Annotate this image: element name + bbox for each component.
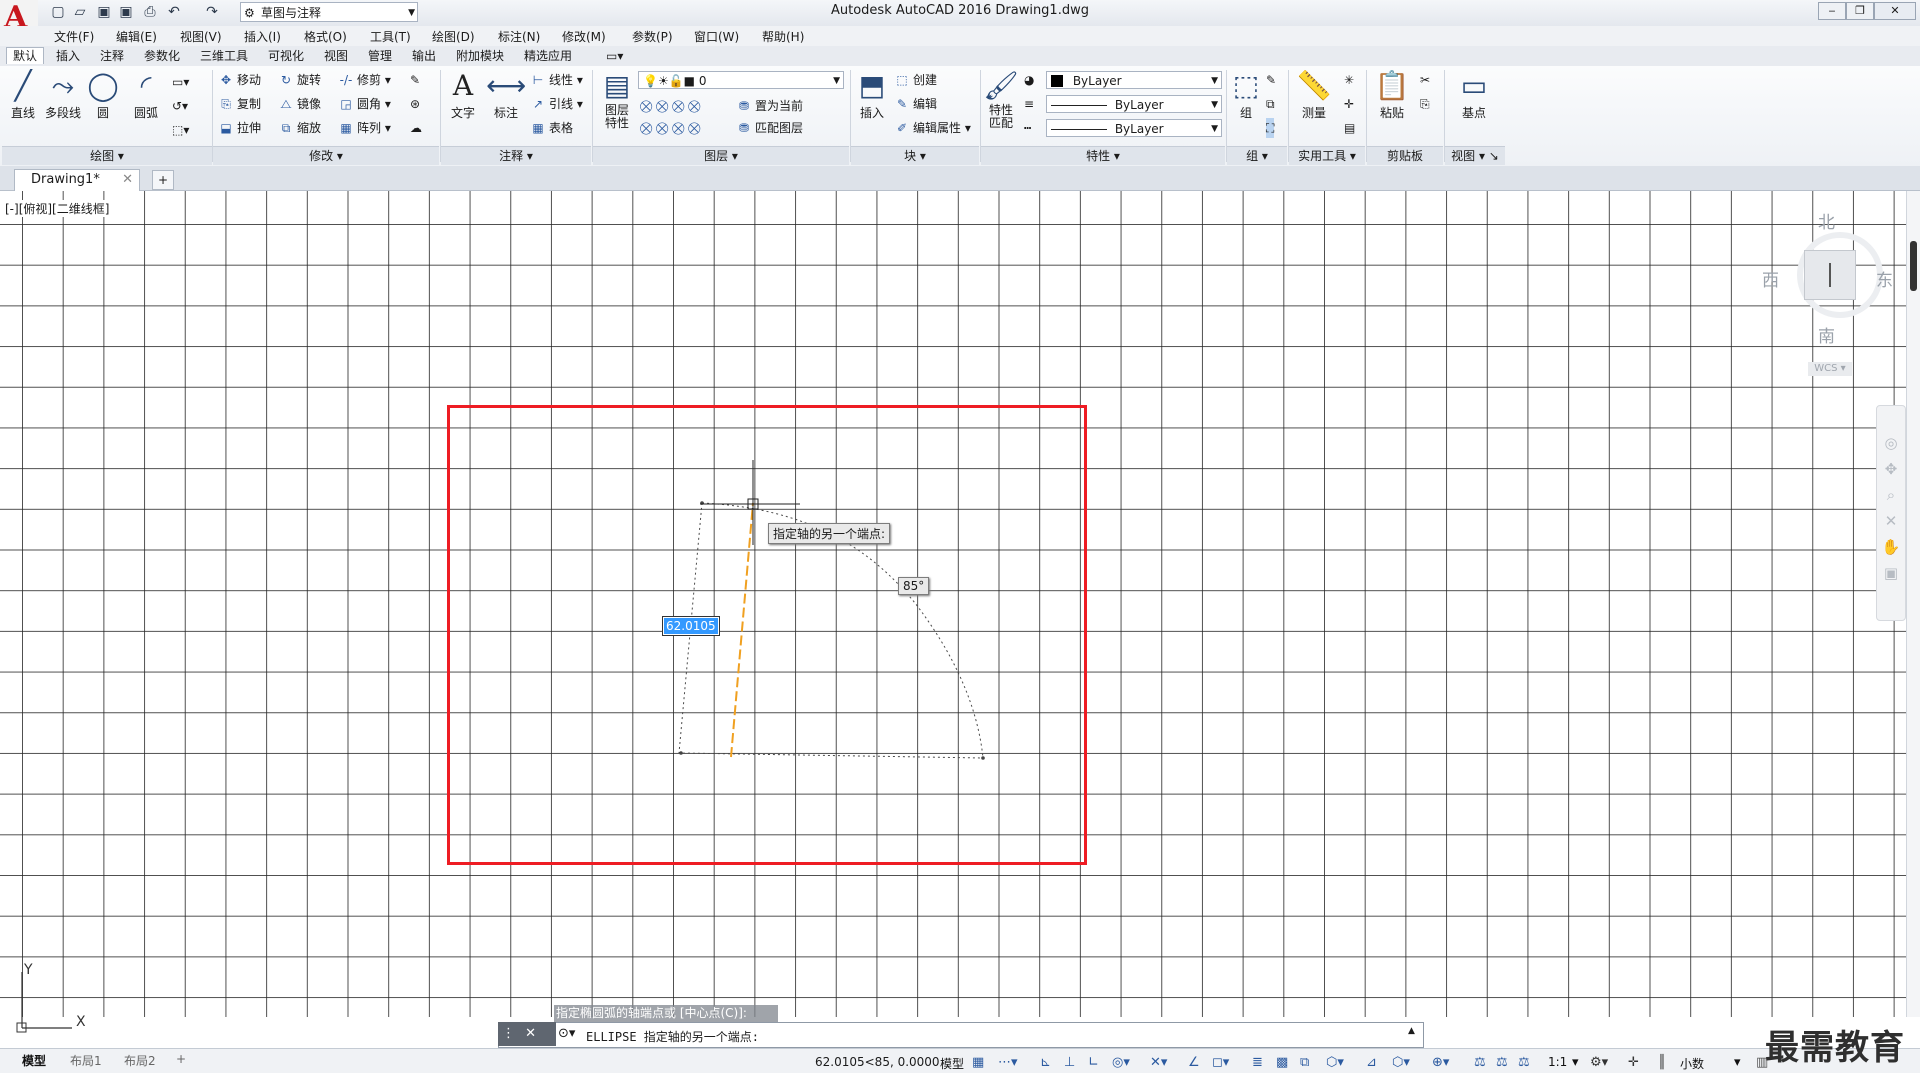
units-display[interactable]: 小数 bbox=[1680, 1055, 1704, 1072]
auto-scale-icon[interactable]: ⚖ bbox=[1496, 1055, 1508, 1070]
selection-filter-icon[interactable]: ⬡▾ bbox=[1392, 1055, 1410, 1070]
infer-constraints-icon[interactable]: ⊾ bbox=[1040, 1055, 1051, 1070]
chevron-down-icon[interactable]: ▾ bbox=[1572, 1055, 1579, 1070]
add-layout-button[interactable]: + bbox=[176, 1052, 186, 1066]
annotation-scale-icon[interactable]: ⚖ bbox=[1518, 1055, 1530, 1070]
angle-input-tooltip[interactable]: 85° bbox=[898, 577, 930, 595]
units-divider-icon: ║ bbox=[1658, 1055, 1666, 1070]
selection-cycling-icon[interactable]: ⧉ bbox=[1300, 1055, 1309, 1070]
workspace-switch-icon[interactable]: ⚙▾ bbox=[1590, 1055, 1608, 1070]
ucs-x-label: X bbox=[76, 1014, 86, 1030]
grip-icon: ⋮ bbox=[502, 1026, 515, 1041]
recent-commands-icon[interactable]: ⊙▾ bbox=[558, 1026, 575, 1041]
tab-layout1[interactable]: 布局1 bbox=[70, 1052, 102, 1069]
annotation-scale-value[interactable]: 1:1 bbox=[1548, 1055, 1567, 1069]
isometric-icon[interactable]: ✕▾ bbox=[1150, 1055, 1167, 1070]
annotation-visibility-icon[interactable]: ⚖ bbox=[1474, 1055, 1486, 1070]
object-snap-icon[interactable]: ◻▾ bbox=[1212, 1055, 1229, 1070]
tab-layout2[interactable]: 布局2 bbox=[124, 1052, 156, 1069]
chevron-down-icon[interactable]: ▾ bbox=[1734, 1055, 1741, 1070]
command-line-grip[interactable]: ⋮ ✕ 🔧 bbox=[498, 1022, 556, 1065]
dynamic-prompt-tooltip: 指定轴的另一个端点: bbox=[768, 523, 891, 544]
snap-icon[interactable]: ⋯▾ bbox=[998, 1055, 1018, 1070]
command-history: 指定椭圆弧的轴端点或 [中心点(C)]: bbox=[554, 1005, 778, 1022]
grid-icon[interactable]: ▦ bbox=[972, 1055, 984, 1070]
3d-osnap-icon[interactable]: ⬡▾ bbox=[1326, 1055, 1344, 1070]
polar-tracking-icon[interactable]: ◎▾ bbox=[1112, 1055, 1130, 1070]
ucs-y-label: Y bbox=[23, 962, 33, 978]
command-prompt-text: ELLIPSE 指定轴的另一个端点: bbox=[586, 1030, 760, 1044]
transparency-icon[interactable]: ▩ bbox=[1276, 1055, 1288, 1070]
dynamic-input-icon[interactable]: ⊥ bbox=[1064, 1055, 1075, 1070]
coordinates-readout[interactable]: 62.0105<85, 0.0000 bbox=[815, 1055, 940, 1069]
close-command-icon[interactable]: ✕ bbox=[525, 1026, 536, 1041]
highlight-rectangle bbox=[447, 405, 1087, 865]
object-snap-tracking-icon[interactable]: ∠ bbox=[1188, 1055, 1200, 1070]
plus-icon[interactable]: ✛ bbox=[1628, 1055, 1639, 1070]
model-space-button[interactable]: 模型 bbox=[940, 1055, 964, 1072]
command-history-toggle[interactable]: ▲ bbox=[1408, 1026, 1415, 1036]
lineweight-display-icon[interactable]: ≣ bbox=[1252, 1055, 1263, 1070]
dynamic-ucs-icon[interactable]: ⊿ bbox=[1366, 1055, 1377, 1070]
gizmo-icon[interactable]: ⊕▾ bbox=[1432, 1055, 1449, 1070]
tab-model[interactable]: 模型 bbox=[22, 1052, 46, 1069]
ortho-icon[interactable]: ∟ bbox=[1088, 1055, 1099, 1070]
watermark-logo: 最需教育 bbox=[1765, 1028, 1905, 1068]
distance-input-field[interactable]: 62.0105 bbox=[662, 616, 720, 636]
